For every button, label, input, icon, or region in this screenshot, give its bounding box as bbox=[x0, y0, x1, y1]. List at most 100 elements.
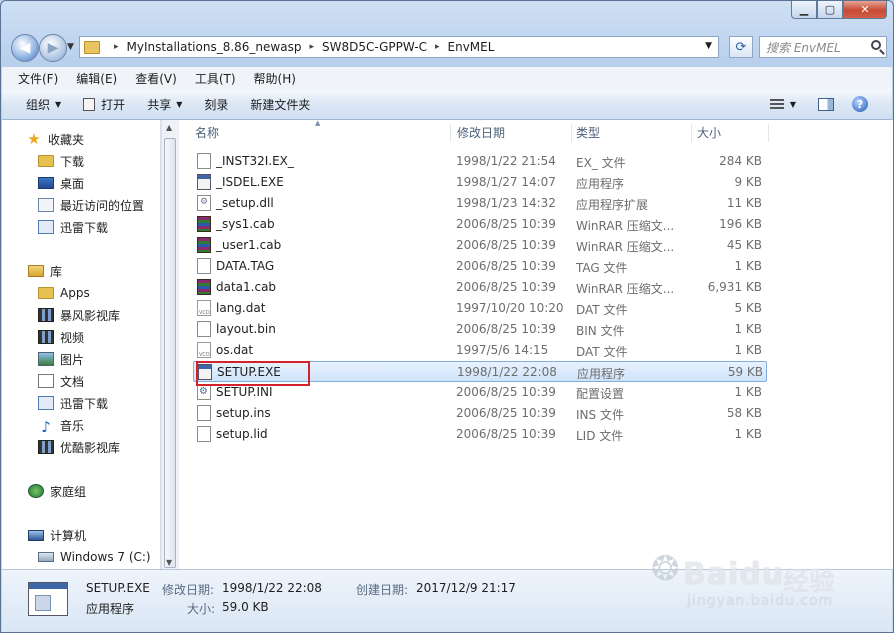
menu-view[interactable]: 查看(V) bbox=[135, 70, 177, 87]
forward-button[interactable]: ▶ bbox=[39, 34, 67, 62]
nav-label: 音乐 bbox=[60, 418, 85, 433]
breadcrumb-item[interactable]: MyInstallations_8.86_newasp bbox=[127, 40, 302, 54]
file-row[interactable]: _user1.cab 2006/8/25 10:39 WinRAR 压缩文... 45… bbox=[193, 235, 767, 256]
refresh-button[interactable]: ⟳ bbox=[729, 36, 753, 58]
video-icon bbox=[38, 330, 54, 344]
view-controls: ▼ ? bbox=[769, 89, 892, 119]
xunlei-download-icon bbox=[38, 396, 54, 410]
file-type: LID 文件 bbox=[576, 429, 624, 443]
column-header-size[interactable]: 大小 bbox=[697, 124, 769, 142]
open-button[interactable]: 打开 bbox=[83, 96, 125, 113]
breadcrumb-item[interactable]: EnvMEL bbox=[448, 40, 495, 54]
file-row[interactable]: lang.dat 1997/10/20 10:20 DAT 文件 5 KB bbox=[193, 298, 767, 319]
nav-label: 下载 bbox=[60, 154, 85, 169]
file-row[interactable]: data1.cab 2006/8/25 10:39 WinRAR 压缩文... 6,9… bbox=[193, 277, 767, 298]
maximize-button[interactable]: ▢ bbox=[817, 1, 843, 19]
details-file-type: 应用程序 bbox=[86, 602, 135, 616]
file-row[interactable]: _sys1.cab 2006/8/25 10:39 WinRAR 压缩文... 196… bbox=[193, 214, 767, 235]
organize-button[interactable]: 组织 ▼ bbox=[26, 96, 61, 113]
chevron-down-icon[interactable]: ▼ bbox=[790, 100, 796, 109]
address-row: ◀ ▶ ▼ ▸ MyInstallations_8.86_newasp ▸ SW… bbox=[9, 34, 887, 62]
nav-label: 家庭组 bbox=[50, 484, 87, 499]
star-icon: ★ bbox=[27, 130, 41, 148]
file-file-icon bbox=[197, 321, 211, 337]
nav-item-downloads[interactable]: 下载 bbox=[38, 151, 84, 171]
pictures-icon bbox=[38, 352, 54, 366]
nav-label: 最近访问的位置 bbox=[60, 198, 145, 213]
search-icon[interactable] bbox=[871, 40, 881, 50]
file-row[interactable]: _setup.dll 1998/1/23 14:32 应用程序扩展 11 KB bbox=[193, 193, 767, 214]
scroll-down-icon[interactable]: ▼ bbox=[166, 558, 172, 567]
nav-libraries[interactable]: 库 bbox=[28, 261, 62, 281]
share-button[interactable]: 共享 ▼ bbox=[147, 96, 182, 113]
nav-item-music[interactable]: ♪ 音乐 bbox=[38, 415, 85, 436]
file-size: 58 KB bbox=[726, 406, 762, 420]
menu-tools[interactable]: 工具(T) bbox=[195, 70, 236, 87]
column-header-type[interactable]: 类型 bbox=[576, 124, 692, 142]
nav-item-apps[interactable]: Apps bbox=[38, 283, 90, 303]
file-date: 1998/1/22 22:08 bbox=[457, 365, 557, 379]
file-date: 2006/8/25 10:39 bbox=[456, 427, 556, 441]
file-size: 6,931 KB bbox=[707, 280, 762, 294]
nav-favorites[interactable]: ★ 收藏夹 bbox=[26, 129, 84, 149]
nav-scrollbar-thumb[interactable] bbox=[164, 138, 176, 568]
nav-computer[interactable]: 计算机 bbox=[28, 525, 86, 545]
file-name: setup.lid bbox=[216, 427, 268, 441]
nav-label: Windows 7 (C:) bbox=[60, 550, 151, 564]
menu-edit[interactable]: 编辑(E) bbox=[76, 70, 117, 87]
search-input[interactable]: 搜索 EnvMEL bbox=[759, 36, 887, 58]
folder-icon bbox=[84, 40, 100, 54]
file-row[interactable]: layout.bin 2006/8/25 10:39 BIN 文件 1 KB bbox=[193, 319, 767, 340]
nav-item-baofeng[interactable]: 暴风影视库 bbox=[38, 305, 120, 325]
xunlei-download-icon bbox=[38, 220, 54, 234]
file-row[interactable]: DATA.TAG 2006/8/25 10:39 TAG 文件 1 KB bbox=[193, 256, 767, 277]
new-folder-label: 新建文件夹 bbox=[250, 97, 311, 112]
recent-pages-dropdown[interactable]: ▼ bbox=[67, 42, 74, 52]
file-row[interactable]: _INST32I.EX_ 1998/1/22 21:54 EX_ 文件 284 KB bbox=[193, 151, 767, 172]
breadcrumb-separator[interactable]: ▸ bbox=[309, 42, 314, 52]
nav-homegroup[interactable]: 家庭组 bbox=[28, 481, 86, 501]
menu-help[interactable]: 帮助(H) bbox=[254, 70, 296, 87]
file-row[interactable]: setup.lid 2006/8/25 10:39 LID 文件 1 KB bbox=[193, 424, 767, 445]
column-header-date[interactable]: 修改日期 bbox=[457, 124, 572, 142]
file-name: setup.ins bbox=[216, 406, 271, 420]
file-size: 196 KB bbox=[719, 217, 762, 231]
breadcrumb-separator[interactable]: ▸ bbox=[114, 42, 119, 52]
nav-item-documents[interactable]: 文档 bbox=[38, 371, 84, 391]
breadcrumb-item[interactable]: SW8D5C-GPPW-C bbox=[322, 40, 427, 54]
nav-item-pictures[interactable]: 图片 bbox=[38, 349, 84, 369]
address-bar[interactable]: ▸ MyInstallations_8.86_newasp ▸ SW8D5C-G… bbox=[79, 36, 719, 58]
file-row[interactable]: os.dat 1997/5/6 14:15 DAT 文件 1 KB bbox=[193, 340, 767, 361]
nav-item-recent[interactable]: 最近访问的位置 bbox=[38, 195, 144, 215]
file-date: 1998/1/27 14:07 bbox=[456, 175, 556, 189]
preview-pane-icon[interactable] bbox=[818, 97, 834, 111]
column-header-name[interactable]: 名称 bbox=[195, 124, 451, 142]
minimize-button[interactable]: ▁ bbox=[791, 1, 817, 19]
nav-item-desktop[interactable]: 桌面 bbox=[38, 173, 84, 193]
file-size: 45 KB bbox=[726, 238, 762, 252]
nav-item-videos[interactable]: 视频 bbox=[38, 327, 84, 347]
nav-scrollbar[interactable]: ▲ ▼ bbox=[161, 120, 179, 569]
view-options-icon[interactable] bbox=[769, 98, 784, 110]
nav-item-youku[interactable]: 优酷影视库 bbox=[38, 437, 120, 457]
breadcrumb-separator[interactable]: ▸ bbox=[435, 42, 440, 52]
address-dropdown-icon[interactable]: ▼ bbox=[705, 41, 712, 51]
file-size: 284 KB bbox=[719, 154, 762, 168]
file-name: SETUP.INI bbox=[216, 385, 273, 399]
file-date: 1998/1/22 21:54 bbox=[456, 154, 556, 168]
menu-file[interactable]: 文件(F) bbox=[18, 70, 58, 87]
nav-item-xunlei[interactable]: 迅雷下载 bbox=[38, 217, 108, 237]
file-size: 11 KB bbox=[726, 196, 762, 210]
burn-button[interactable]: 刻录 bbox=[204, 96, 228, 113]
back-button[interactable]: ◀ bbox=[11, 34, 39, 62]
close-button[interactable]: ✕ bbox=[843, 1, 887, 19]
help-icon[interactable]: ? bbox=[852, 96, 868, 112]
file-row[interactable]: setup.ins 2006/8/25 10:39 INS 文件 58 KB bbox=[193, 403, 767, 424]
scroll-up-icon[interactable]: ▲ bbox=[166, 123, 172, 132]
file-row[interactable]: _ISDEL.EXE 1998/1/27 14:07 应用程序 9 KB bbox=[193, 172, 767, 193]
file-date: 2006/8/25 10:39 bbox=[456, 385, 556, 399]
file-date: 1997/10/20 10:20 bbox=[456, 301, 564, 315]
new-folder-button[interactable]: 新建文件夹 bbox=[250, 96, 310, 113]
nav-item-xunlei-lib[interactable]: 迅雷下载 bbox=[38, 393, 108, 413]
nav-item-drive-c[interactable]: Windows 7 (C:) bbox=[38, 547, 151, 567]
